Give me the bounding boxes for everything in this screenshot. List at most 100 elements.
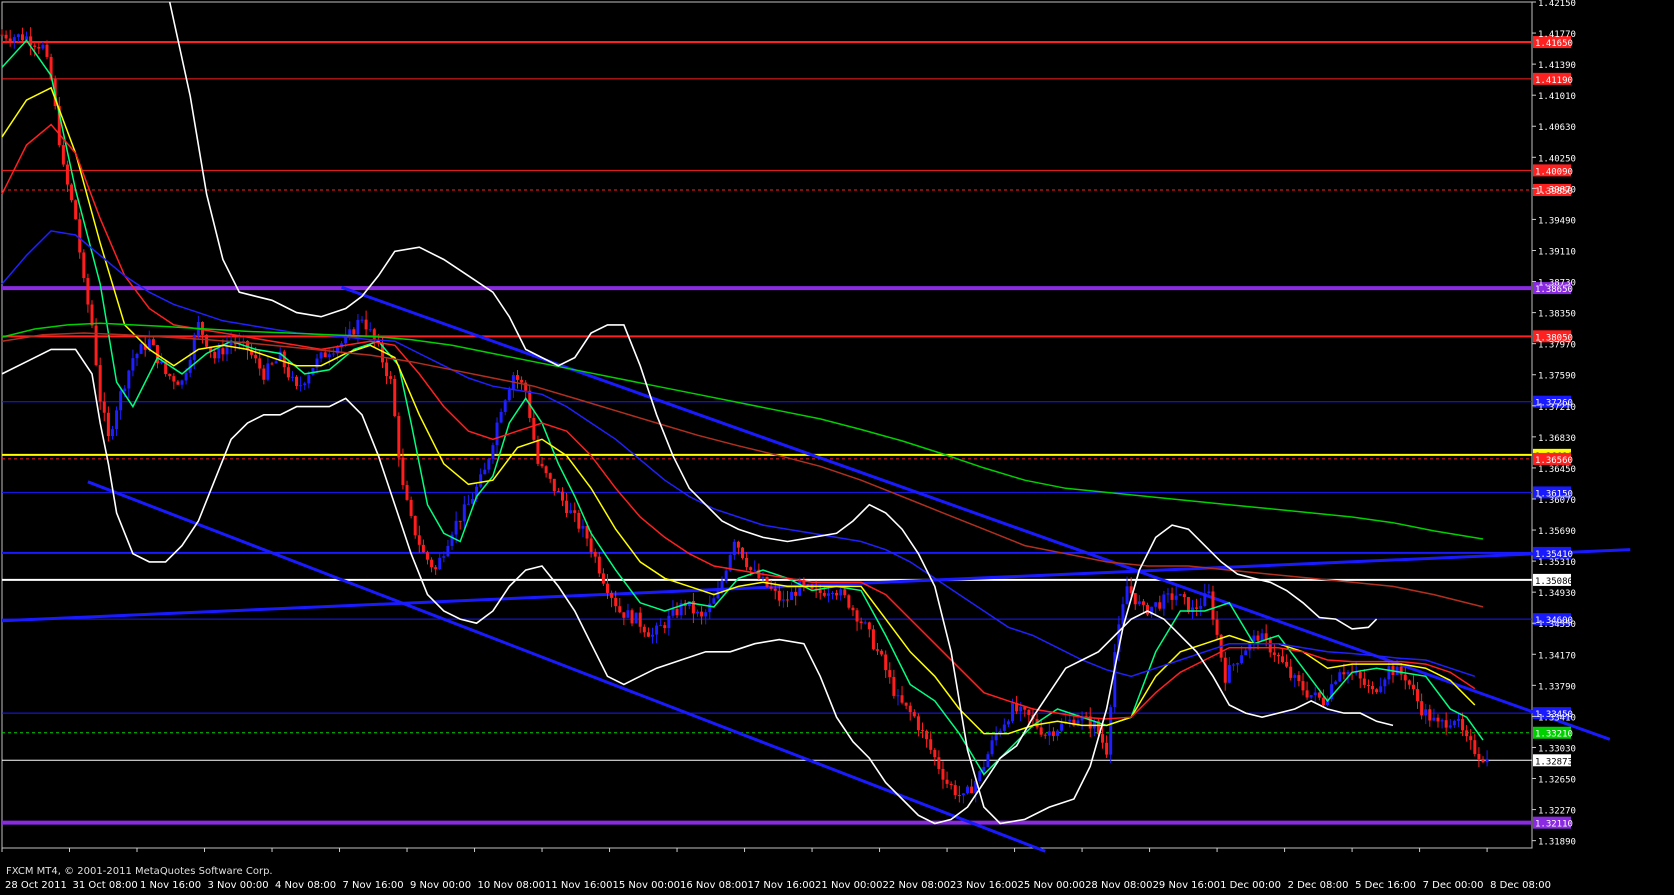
candle-body	[892, 676, 896, 696]
candle-body	[1133, 593, 1137, 605]
time-tick-label: 1 Dec 00:00	[1220, 880, 1281, 891]
price-tick-label: 1.38730	[1538, 279, 1576, 289]
candle-body	[1436, 717, 1440, 722]
time-tick-label: 10 Nov 08:00	[478, 880, 545, 891]
price-tick-label: 1.38350	[1538, 310, 1576, 320]
level-price-label: 1.33210	[1535, 730, 1573, 740]
candle-body	[1268, 639, 1272, 653]
candle-body	[532, 417, 536, 440]
candle-body	[266, 363, 270, 380]
candle-body	[98, 365, 102, 402]
candle-body	[213, 351, 217, 359]
candle-body	[1260, 633, 1264, 641]
candle-body	[1281, 656, 1285, 662]
candle-body	[127, 370, 131, 389]
candle-body	[540, 463, 544, 467]
candle-body	[675, 608, 679, 616]
candle-body	[798, 580, 802, 596]
candle-body	[732, 541, 736, 556]
candle-body	[61, 145, 65, 165]
candle-body	[458, 520, 462, 522]
candle-body	[1068, 719, 1072, 722]
candle-body	[716, 590, 720, 599]
time-tick-label: 1 Nov 16:00	[140, 880, 201, 891]
candle-body	[826, 593, 830, 596]
candle-body	[438, 557, 442, 570]
time-tick-label: 21 Nov 00:00	[815, 880, 882, 891]
candle-body	[610, 592, 614, 598]
price-tick-label: 1.35310	[1538, 558, 1576, 568]
candle-body	[1469, 736, 1473, 741]
time-tick-label: 16 Nov 08:00	[680, 880, 747, 891]
candle-body	[1125, 586, 1129, 605]
candle-body	[921, 730, 925, 732]
time-tick-label: 8 Dec 08:00	[1490, 880, 1551, 891]
candle-body	[740, 547, 744, 558]
candle-body	[462, 504, 466, 522]
candle-body	[94, 325, 98, 366]
candle-body	[753, 569, 757, 571]
candle-body	[1285, 661, 1289, 667]
candle-body	[1231, 664, 1235, 666]
candle-body	[851, 607, 855, 611]
candle-body	[1146, 604, 1150, 615]
candle-body	[442, 556, 446, 558]
time-tick-label: 17 Nov 16:00	[748, 880, 815, 891]
candle-body	[1366, 684, 1370, 686]
candle-body	[937, 757, 941, 769]
candle-body	[491, 445, 495, 459]
candle-body	[315, 358, 319, 368]
candle-body	[605, 583, 609, 593]
candle-body	[1403, 674, 1407, 681]
price-tick-label: 1.40250	[1538, 154, 1576, 164]
candle-body	[1321, 697, 1325, 706]
level-price-label: 1.40090	[1535, 167, 1573, 177]
price-tick-label: 1.40630	[1538, 123, 1576, 133]
candle-body	[761, 576, 765, 579]
candle-body	[360, 319, 364, 321]
candle-body	[364, 319, 368, 330]
candle-body	[274, 361, 278, 364]
candle-body	[871, 629, 875, 650]
chart-frame	[1, 1, 1533, 849]
candle-body	[630, 610, 634, 624]
candle-body	[323, 352, 327, 358]
candle-body	[417, 535, 421, 545]
indicator-lines	[1, 1, 1484, 825]
candle-body	[487, 458, 491, 470]
candle-body	[1105, 742, 1109, 755]
candle-body	[78, 219, 82, 253]
time-tick-label: 15 Nov 00:00	[613, 880, 680, 891]
candle-body	[409, 499, 413, 516]
candle-body	[1006, 721, 1010, 725]
candle-body	[912, 712, 916, 717]
candle-body	[446, 545, 450, 557]
price-tick-label: 1.31890	[1538, 838, 1576, 848]
price-tick-label: 1.41770	[1538, 30, 1576, 40]
candle-body	[1174, 595, 1178, 600]
candle-body	[569, 510, 573, 514]
price-tick-label: 1.33030	[1538, 744, 1576, 754]
price-tick-label: 1.32270	[1538, 807, 1576, 817]
candle-body	[421, 544, 425, 553]
candle-body	[258, 358, 262, 369]
candle-body	[1203, 593, 1207, 606]
candle-body	[1301, 681, 1305, 691]
time-tick-label: 25 Nov 00:00	[1018, 880, 1085, 891]
candle-body	[262, 368, 266, 380]
candle-body	[479, 474, 483, 487]
candle-body	[953, 785, 957, 796]
time-tick-label: 23 Nov 16:00	[950, 880, 1017, 891]
candle-body	[1170, 593, 1174, 600]
candle-body	[1236, 663, 1240, 665]
candle-body	[135, 353, 139, 359]
time-tick-label: 28 Nov 08:00	[1085, 880, 1152, 891]
candle-body	[1428, 709, 1432, 721]
price-tick-label: 1.34550	[1538, 620, 1576, 630]
candle-body	[295, 376, 299, 386]
candle-body	[20, 34, 24, 41]
price-chart[interactable]: 1.416501.411901.400901.398501.386501.380…	[0, 0, 1674, 895]
level-price-label: 1.32110	[1535, 820, 1573, 830]
candle-body	[1387, 666, 1391, 680]
candle-body	[884, 654, 888, 671]
